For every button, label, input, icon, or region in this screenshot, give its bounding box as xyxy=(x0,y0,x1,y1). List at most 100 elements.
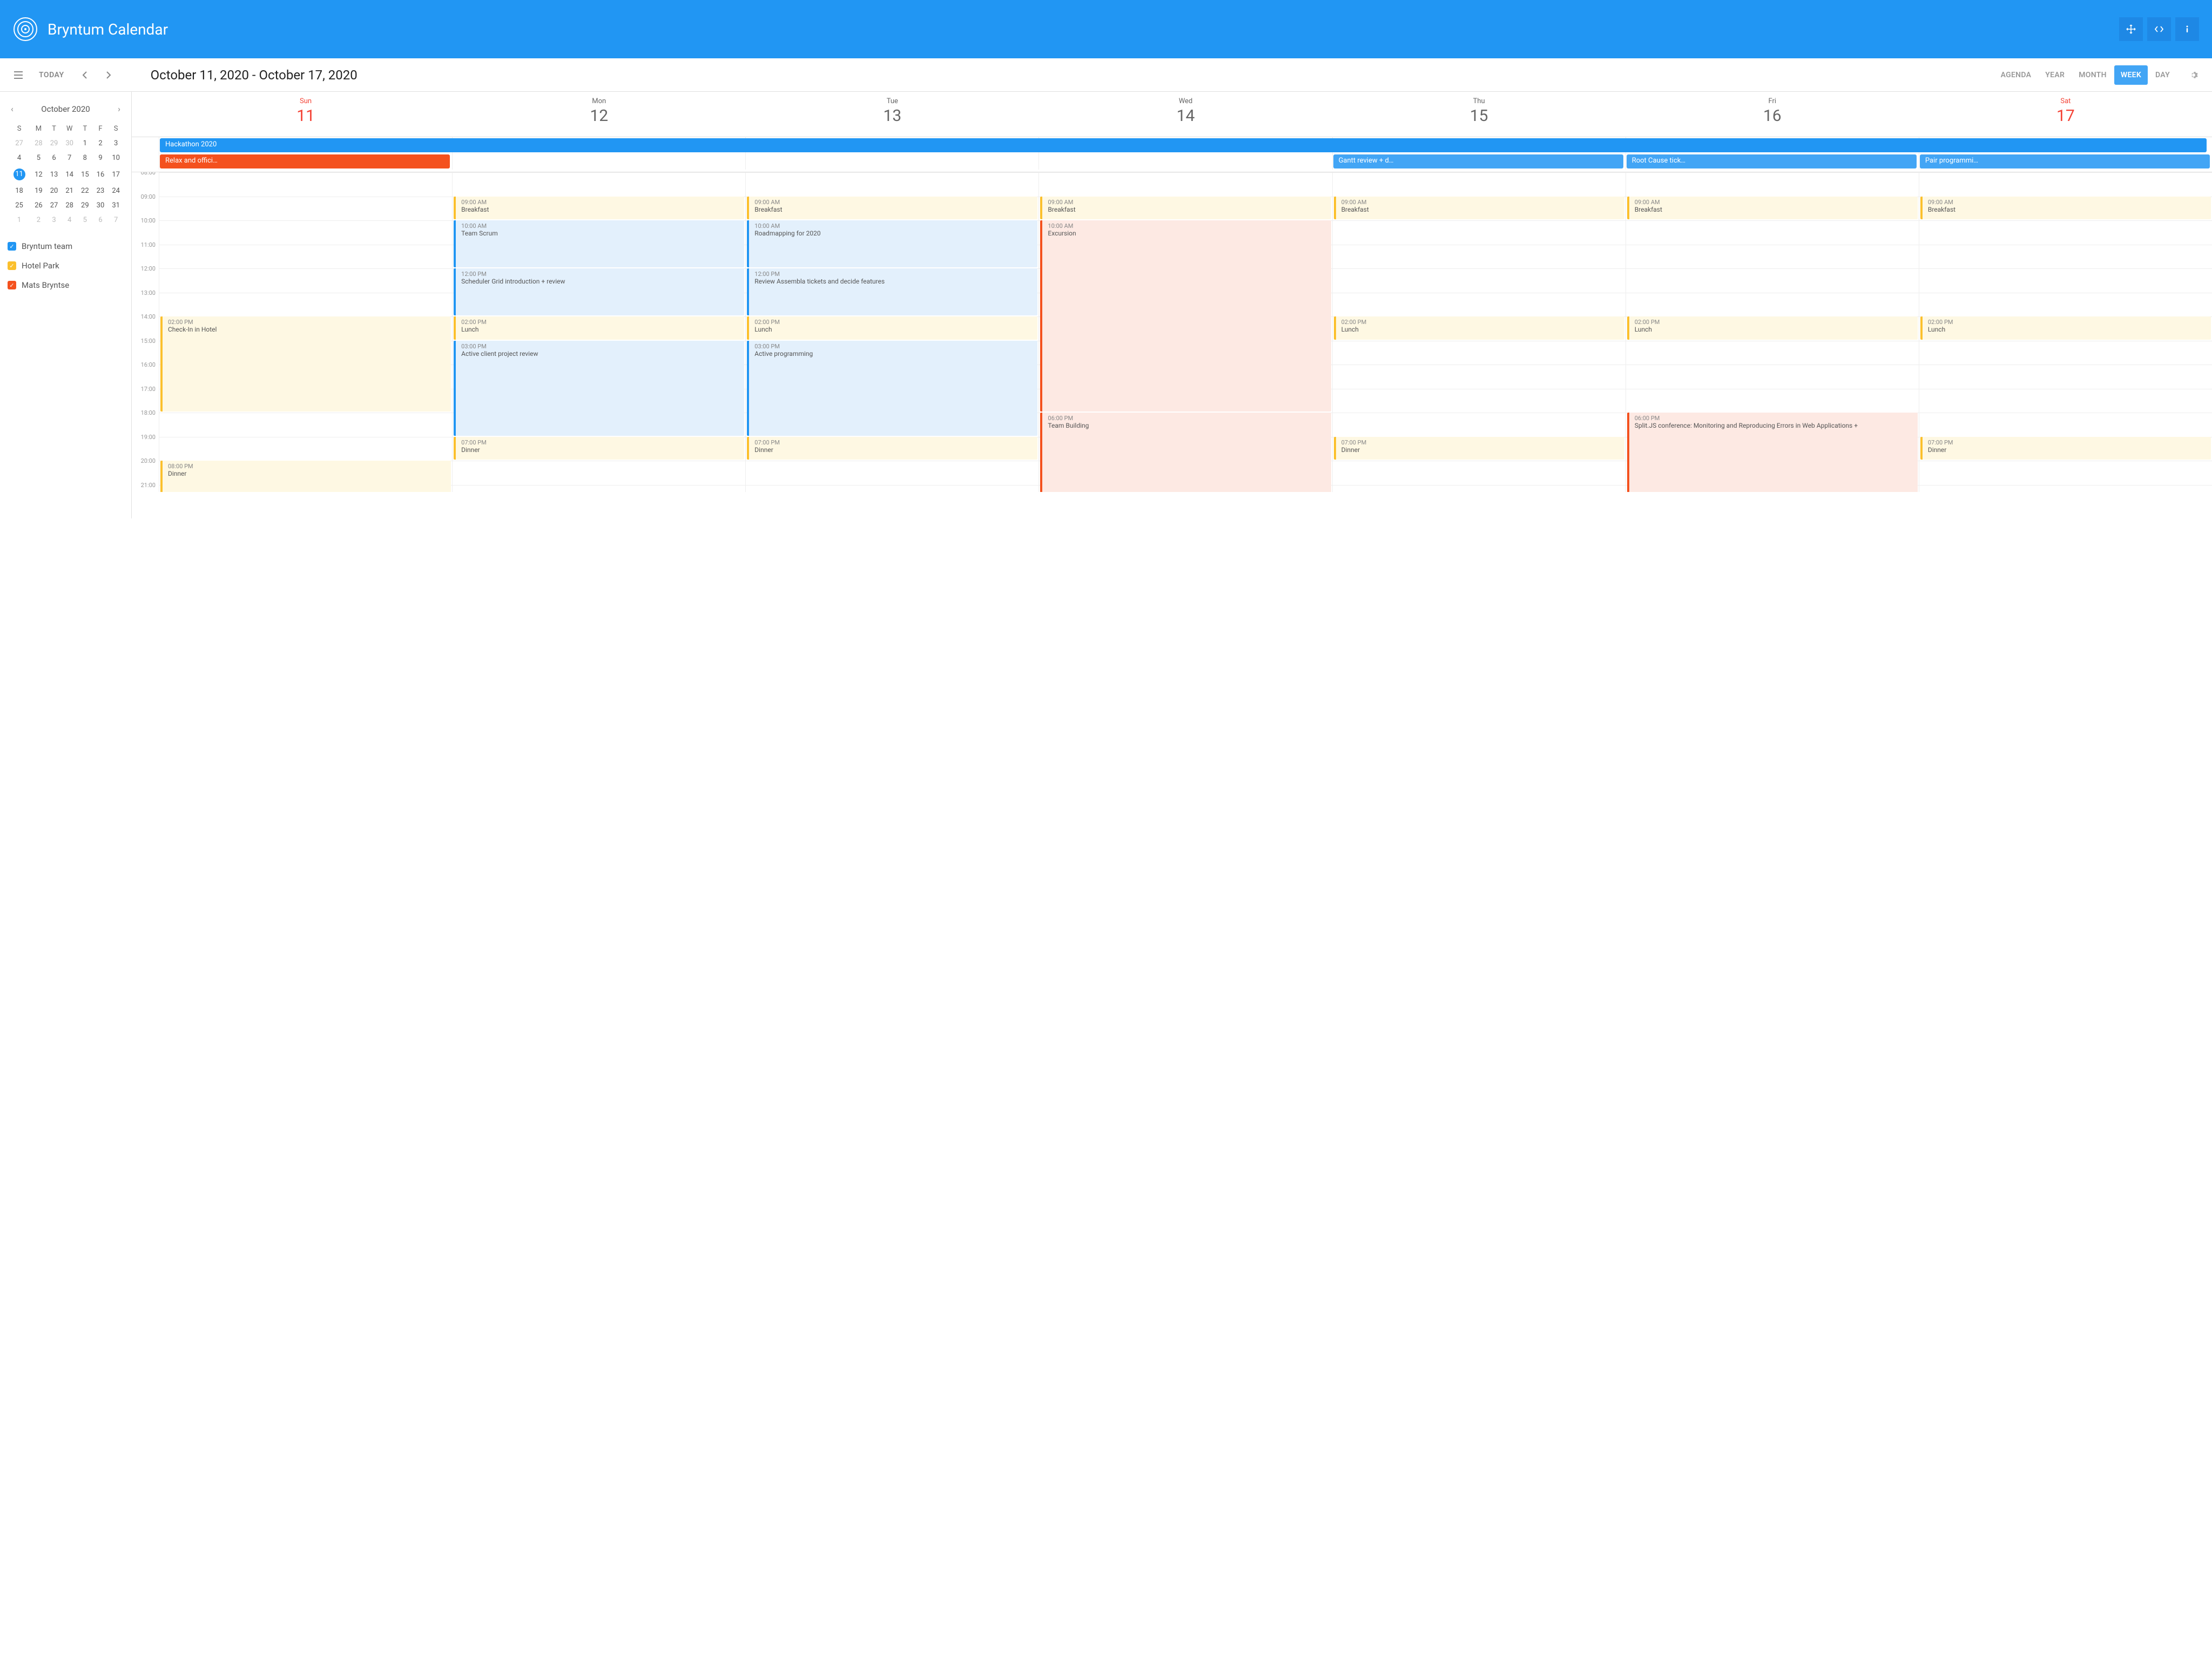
calendar-event[interactable]: 07:00 PMDinner xyxy=(454,437,744,460)
info-icon[interactable] xyxy=(2175,17,2199,41)
mini-cal-day[interactable]: 10 xyxy=(108,151,124,165)
calendar-event[interactable]: 09:00 AMBreakfast xyxy=(1627,197,1918,220)
allday-event[interactable]: Relax and offici… xyxy=(160,154,450,168)
day-header[interactable]: Sat17 xyxy=(1919,92,2212,137)
mini-cal-prev-icon[interactable]: ‹ xyxy=(8,102,17,116)
calendar-event[interactable]: 12:00 PMScheduler Grid introduction + re… xyxy=(454,268,744,315)
calendar-event[interactable]: 02:00 PMLunch xyxy=(454,316,744,340)
mini-cal-day[interactable]: 2 xyxy=(93,136,109,151)
calendar-event[interactable]: 09:00 AMBreakfast xyxy=(747,197,1037,220)
checkbox-icon[interactable]: ✓ xyxy=(8,261,16,270)
calendar-event[interactable]: 10:00 AMTeam Scrum xyxy=(454,220,744,267)
allday-event[interactable]: Hackathon 2020 xyxy=(160,138,2207,152)
mini-cal-next-icon[interactable]: › xyxy=(114,102,124,116)
view-agenda[interactable]: AGENDA xyxy=(1994,65,2038,85)
mini-cal-day[interactable]: 24 xyxy=(108,184,124,198)
calendar-event[interactable]: 07:00 PMDinner xyxy=(1334,437,1624,460)
calendar-event[interactable]: 07:00 PMDinner xyxy=(747,437,1037,460)
mini-cal-day[interactable]: 17 xyxy=(108,165,124,184)
mini-cal-day[interactable]: 13 xyxy=(46,165,62,184)
mini-cal-day[interactable]: 23 xyxy=(93,184,109,198)
mini-cal-day[interactable]: 2 xyxy=(31,213,46,227)
legend-item[interactable]: ✓Bryntum team xyxy=(8,241,124,251)
calendar-event[interactable]: 03:00 PMActive client project review xyxy=(454,341,744,436)
day-column[interactable]: 02:00 PMCheck-In in Hotel08:00 PMDinner xyxy=(159,172,452,492)
mini-cal-day[interactable]: 19 xyxy=(31,184,46,198)
mini-cal-day[interactable]: 22 xyxy=(77,184,93,198)
mini-cal-day[interactable]: 5 xyxy=(77,213,93,227)
day-header[interactable]: Fri16 xyxy=(1626,92,1919,137)
mini-calendar[interactable]: SMTWTFS 27282930123456789101112131415161… xyxy=(8,122,124,227)
mini-cal-day[interactable]: 11 xyxy=(8,165,31,184)
mini-cal-day[interactable]: 3 xyxy=(46,213,62,227)
mini-cal-day[interactable]: 1 xyxy=(77,136,93,151)
mini-cal-day[interactable]: 25 xyxy=(8,198,31,213)
day-column[interactable]: 09:00 AMBreakfast 02:00 PMLunch 07:00 PMDi… xyxy=(1332,172,1626,492)
calendar-event[interactable]: 07:00 PMDinner xyxy=(1920,437,2211,460)
mini-cal-day[interactable]: 1 xyxy=(8,213,31,227)
calendar-event[interactable]: 02:00 PMCheck-In in Hotel xyxy=(160,316,451,412)
legend-item[interactable]: ✓Mats Bryntse xyxy=(8,280,124,290)
mini-cal-day[interactable]: 15 xyxy=(77,165,93,184)
day-header[interactable]: Sun11 xyxy=(159,92,452,137)
mini-cal-day[interactable]: 4 xyxy=(62,213,77,227)
calendar-event[interactable]: 06:00 PMTeam Building xyxy=(1040,413,1331,492)
move-icon[interactable] xyxy=(2119,17,2143,41)
day-column[interactable]: 09:00 AMBreakfast 02:00 PMLunch 07:00 PMDi… xyxy=(1919,172,2212,492)
allday-event[interactable]: Gantt review + d… xyxy=(1333,154,1623,168)
mini-cal-day[interactable]: 29 xyxy=(77,198,93,213)
view-month[interactable]: MONTH xyxy=(2072,65,2113,85)
calendar-event[interactable]: 12:00 PMReview Assembla tickets and deci… xyxy=(747,268,1037,315)
calendar-event[interactable]: 09:00 AMBreakfast xyxy=(1920,197,2211,220)
day-column[interactable]: 09:00 AMBreakfast10:00 AMRoadmapping for… xyxy=(745,172,1038,492)
view-week[interactable]: WEEK xyxy=(2114,65,2148,85)
time-grid[interactable]: 08:0009:0010:0011:0012:0013:0014:0015:00… xyxy=(132,172,2212,492)
code-icon[interactable] xyxy=(2147,17,2171,41)
calendar-event[interactable]: 02:00 PMLunch xyxy=(747,316,1037,340)
legend-item[interactable]: ✓Hotel Park xyxy=(8,261,124,271)
calendar-event[interactable]: 02:00 PMLunch xyxy=(1334,316,1624,340)
day-column[interactable]: 09:00 AMBreakfast10:00 AMExcursion06:00 … xyxy=(1038,172,1332,492)
calendar-event[interactable]: 10:00 AMRoadmapping for 2020 xyxy=(747,220,1037,267)
mini-cal-day[interactable]: 18 xyxy=(8,184,31,198)
allday-event[interactable]: Root Cause tick… xyxy=(1627,154,1917,168)
mini-cal-day[interactable]: 28 xyxy=(31,136,46,151)
view-day[interactable]: DAY xyxy=(2149,65,2176,85)
checkbox-icon[interactable]: ✓ xyxy=(8,281,16,289)
next-icon[interactable] xyxy=(99,65,118,85)
mini-cal-day[interactable]: 7 xyxy=(62,151,77,165)
mini-cal-day[interactable]: 3 xyxy=(108,136,124,151)
calendar-event[interactable]: 03:00 PMActive programming xyxy=(747,341,1037,436)
mini-cal-day[interactable]: 26 xyxy=(31,198,46,213)
mini-cal-day[interactable]: 29 xyxy=(46,136,62,151)
allday-event[interactable]: Pair programmi… xyxy=(1920,154,2210,168)
calendar-event[interactable]: 02:00 PMLunch xyxy=(1920,316,2211,340)
menu-icon[interactable] xyxy=(9,65,28,85)
day-header[interactable]: Wed14 xyxy=(1038,92,1332,137)
mini-cal-day[interactable]: 27 xyxy=(8,136,31,151)
calendar-event[interactable]: 09:00 AMBreakfast xyxy=(454,197,744,220)
mini-cal-day[interactable]: 30 xyxy=(62,136,77,151)
day-header[interactable]: Tue13 xyxy=(745,92,1038,137)
mini-cal-day[interactable]: 14 xyxy=(62,165,77,184)
mini-cal-day[interactable]: 20 xyxy=(46,184,62,198)
calendar-event[interactable]: 09:00 AMBreakfast xyxy=(1334,197,1624,220)
calendar-event[interactable]: 06:00 PMSplit.JS conference: Monitoring … xyxy=(1627,413,1918,492)
view-year[interactable]: YEAR xyxy=(2039,65,2071,85)
mini-cal-day[interactable]: 28 xyxy=(62,198,77,213)
mini-cal-day[interactable]: 21 xyxy=(62,184,77,198)
calendar-event[interactable]: 02:00 PMLunch xyxy=(1627,316,1918,340)
mini-cal-day[interactable]: 9 xyxy=(93,151,109,165)
calendar-event[interactable]: 09:00 AMBreakfast xyxy=(1040,197,1331,220)
day-column[interactable]: 09:00 AMBreakfast10:00 AMTeam Scrum12:00… xyxy=(452,172,745,492)
mini-cal-day[interactable]: 4 xyxy=(8,151,31,165)
mini-cal-day[interactable]: 30 xyxy=(93,198,109,213)
calendar-event[interactable]: 10:00 AMExcursion xyxy=(1040,220,1331,412)
mini-cal-day[interactable]: 12 xyxy=(31,165,46,184)
mini-cal-day[interactable]: 5 xyxy=(31,151,46,165)
mini-cal-day[interactable]: 7 xyxy=(108,213,124,227)
mini-cal-day[interactable]: 6 xyxy=(93,213,109,227)
day-header[interactable]: Thu15 xyxy=(1332,92,1626,137)
gear-icon[interactable] xyxy=(2184,65,2203,85)
mini-cal-day[interactable]: 6 xyxy=(46,151,62,165)
